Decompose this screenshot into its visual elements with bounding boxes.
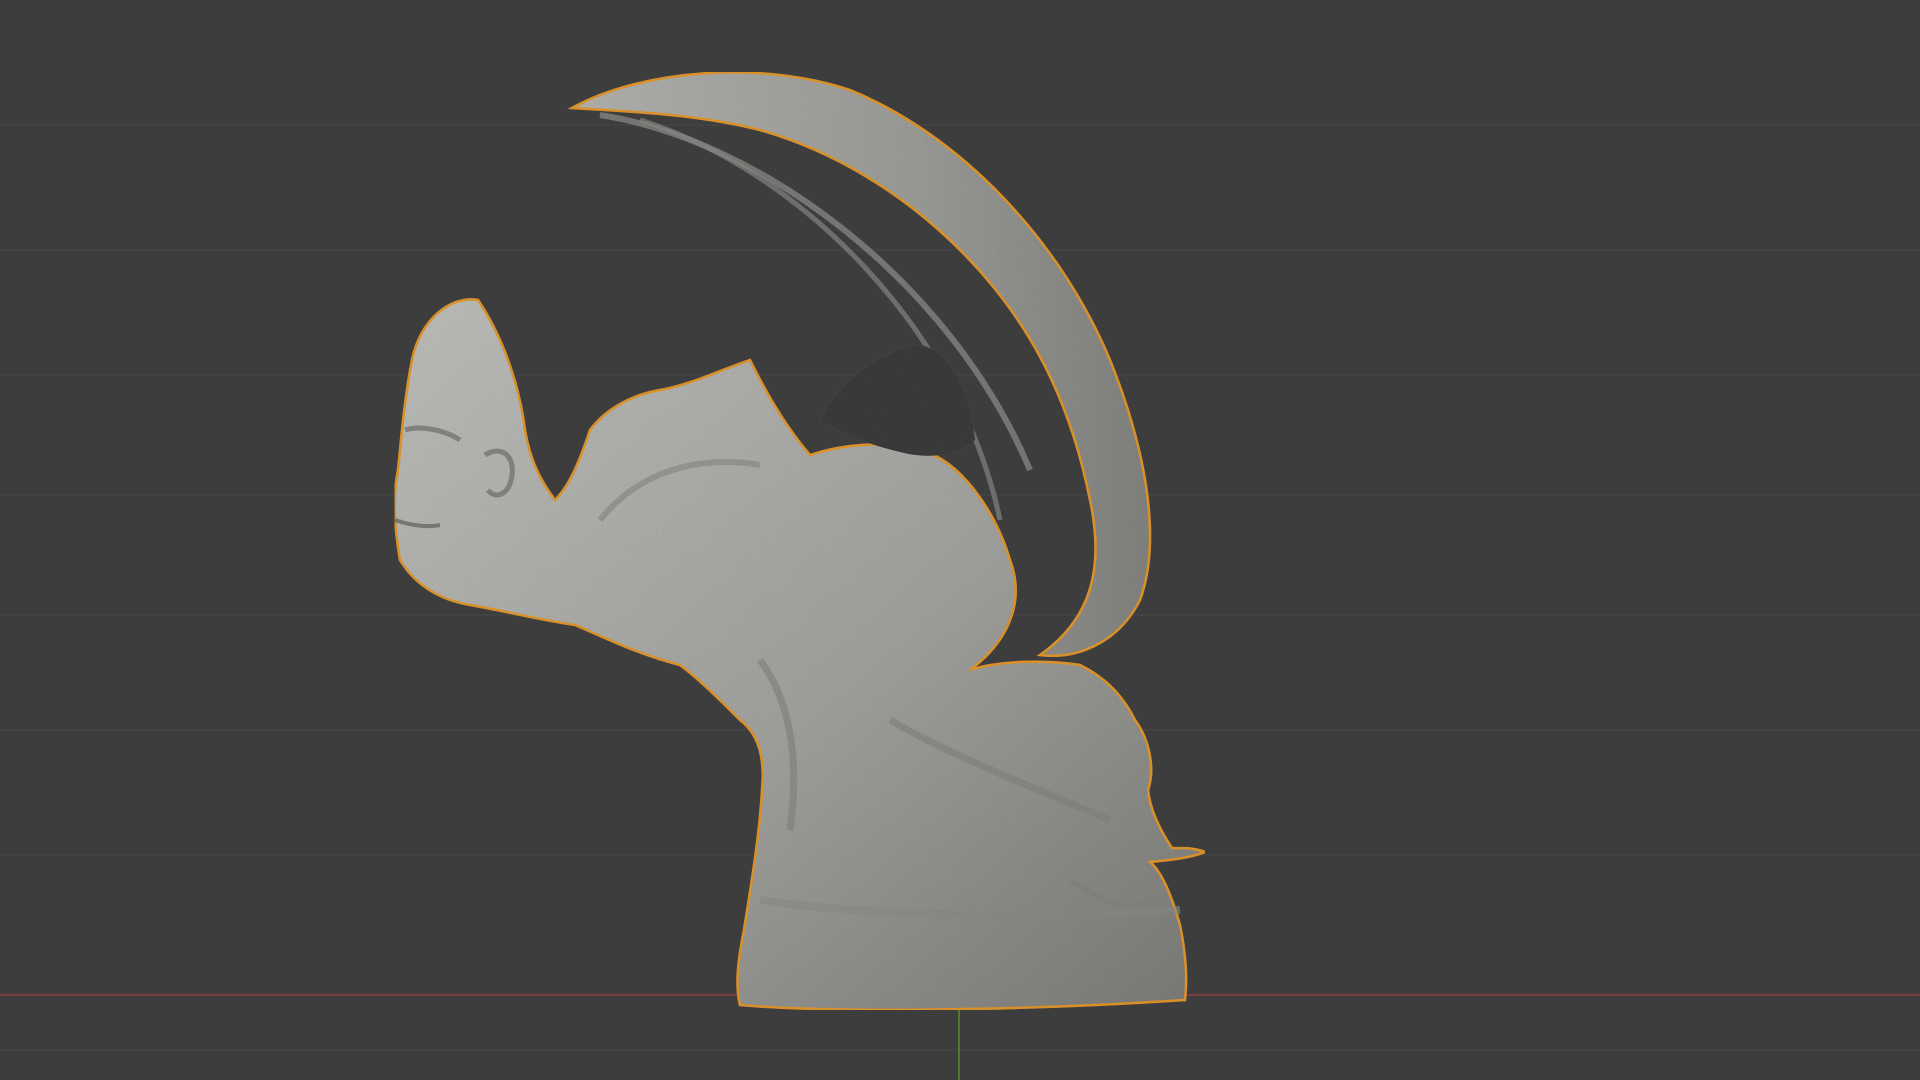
viewport-canvas[interactable] [0,0,1920,1080]
3d-viewport[interactable] [0,0,1920,1080]
wing-gap [820,345,975,456]
gargoyle-sculpt-mesh[interactable] [393,71,1209,1011]
